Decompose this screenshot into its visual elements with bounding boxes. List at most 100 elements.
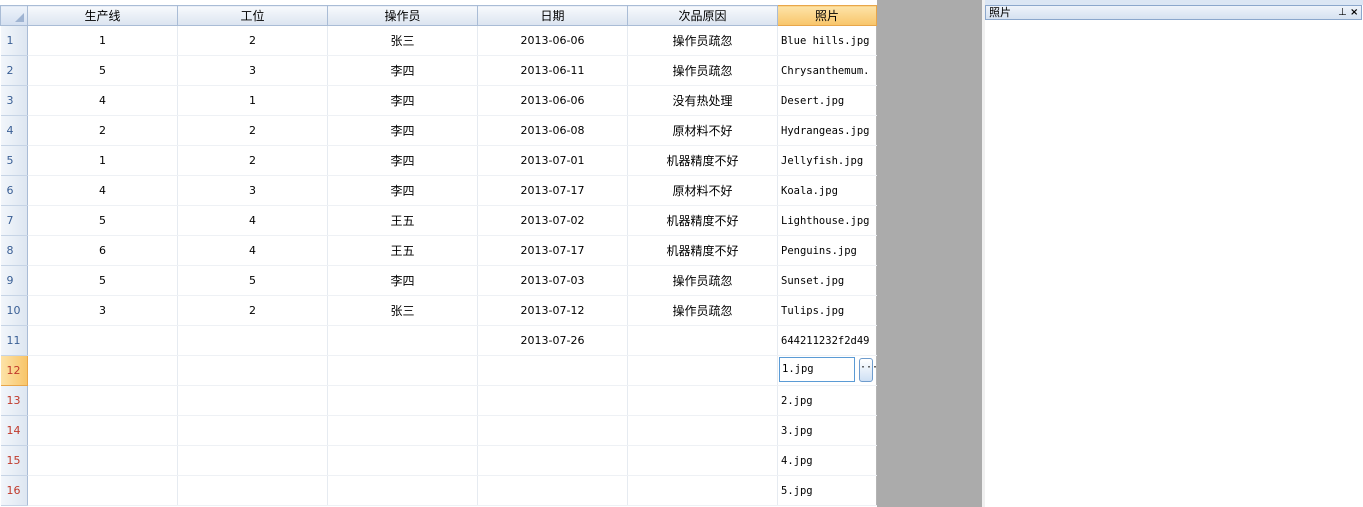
cell-date[interactable]: 2013-07-26 bbox=[477, 325, 628, 356]
cell-photo[interactable]: Tulips.jpg bbox=[777, 295, 877, 326]
photo-panel-header[interactable]: 照片 ⊥ × bbox=[985, 5, 1362, 20]
cell-reason[interactable] bbox=[627, 445, 778, 476]
cell-date[interactable]: 2013-07-12 bbox=[477, 295, 628, 326]
cell-line[interactable]: 5 bbox=[27, 205, 178, 236]
cell-line[interactable]: 2 bbox=[27, 115, 178, 146]
row-number[interactable]: 12 bbox=[0, 355, 28, 386]
column-header-line[interactable]: 生产线 bbox=[27, 5, 178, 26]
table-row[interactable]: 9 5 5 李四 2013-07-03 操作员疏忽 Sunset.jpg bbox=[0, 265, 877, 296]
cell-operator[interactable]: 王五 bbox=[327, 205, 478, 236]
table-row[interactable]: 6 4 3 李四 2013-07-17 原材料不好 Koala.jpg bbox=[0, 175, 877, 206]
cell-photo[interactable]: 644211232f2d49 bbox=[777, 325, 877, 356]
cell-operator[interactable] bbox=[327, 445, 478, 476]
cell-operator[interactable]: 李四 bbox=[327, 115, 478, 146]
row-number[interactable]: 3 bbox=[0, 85, 28, 116]
row-number[interactable]: 11 bbox=[0, 325, 28, 356]
cell-date[interactable]: 2013-06-08 bbox=[477, 115, 628, 146]
row-number[interactable]: 7 bbox=[0, 205, 28, 236]
table-row[interactable]: 16 5.jpg bbox=[0, 475, 877, 506]
table-row[interactable]: 1 1 2 张三 2013-06-06 操作员疏忽 Blue hills.jpg bbox=[0, 25, 877, 56]
cell-line[interactable]: 1 bbox=[27, 25, 178, 56]
row-number[interactable]: 6 bbox=[0, 175, 28, 206]
table-row[interactable]: 10 3 2 张三 2013-07-12 操作员疏忽 Tulips.jpg bbox=[0, 295, 877, 326]
cell-line[interactable] bbox=[27, 415, 178, 446]
cell-photo[interactable]: Sunset.jpg bbox=[777, 265, 877, 296]
browse-ellipsis-button[interactable]: ··· bbox=[859, 358, 876, 382]
cell-station[interactable]: 2 bbox=[177, 295, 328, 326]
row-number[interactable]: 1 bbox=[0, 25, 28, 56]
cell-operator[interactable]: 张三 bbox=[327, 295, 478, 326]
cell-photo[interactable]: Hydrangeas.jpg bbox=[777, 115, 877, 146]
column-header-operator[interactable]: 操作员 bbox=[327, 5, 478, 26]
cell-reason[interactable]: 操作员疏忽 bbox=[627, 295, 778, 326]
cell-date[interactable] bbox=[477, 475, 628, 506]
column-header-reason[interactable]: 次品原因 bbox=[627, 5, 778, 26]
cell-station[interactable] bbox=[177, 385, 328, 416]
cell-reason[interactable] bbox=[627, 385, 778, 416]
cell-operator[interactable]: 李四 bbox=[327, 55, 478, 86]
cell-reason[interactable]: 操作员疏忽 bbox=[627, 55, 778, 86]
cell-station[interactable] bbox=[177, 355, 328, 386]
cell-reason[interactable]: 原材料不好 bbox=[627, 115, 778, 146]
cell-date[interactable]: 2013-07-03 bbox=[477, 265, 628, 296]
row-number[interactable]: 5 bbox=[0, 145, 28, 176]
cell-station[interactable]: 4 bbox=[177, 205, 328, 236]
cell-photo[interactable]: 3.jpg bbox=[777, 415, 877, 446]
cell-date[interactable] bbox=[477, 445, 628, 476]
column-header-date[interactable]: 日期 bbox=[477, 5, 628, 26]
cell-station[interactable] bbox=[177, 475, 328, 506]
cell-photo[interactable]: 4.jpg bbox=[777, 445, 877, 476]
table-row[interactable]: 3 4 1 李四 2013-06-06 没有热处理 Desert.jpg bbox=[0, 85, 877, 116]
cell-operator[interactable] bbox=[327, 325, 478, 356]
row-number[interactable]: 13 bbox=[0, 385, 28, 416]
cell-photo[interactable]: 5.jpg bbox=[777, 475, 877, 506]
cell-reason[interactable] bbox=[627, 415, 778, 446]
table-row[interactable]: 2 5 3 李四 2013-06-11 操作员疏忽 Chrysanthemum. bbox=[0, 55, 877, 86]
cell-photo[interactable]: Lighthouse.jpg bbox=[777, 205, 877, 236]
cell-line[interactable]: 5 bbox=[27, 265, 178, 296]
row-number[interactable]: 16 bbox=[0, 475, 28, 506]
pin-icon[interactable]: ⊥ bbox=[1338, 6, 1347, 19]
cell-reason[interactable]: 机器精度不好 bbox=[627, 205, 778, 236]
column-header-photo[interactable]: 照片 bbox=[777, 5, 877, 26]
row-number[interactable]: 2 bbox=[0, 55, 28, 86]
cell-date[interactable]: 2013-07-17 bbox=[477, 175, 628, 206]
row-number[interactable]: 15 bbox=[0, 445, 28, 476]
table-row[interactable]: 4 2 2 李四 2013-06-08 原材料不好 Hydrangeas.jpg bbox=[0, 115, 877, 146]
table-row[interactable]: 12 1.jpg ··· bbox=[0, 355, 877, 386]
row-number[interactable]: 10 bbox=[0, 295, 28, 326]
cell-line[interactable]: 4 bbox=[27, 175, 178, 206]
cell-date[interactable]: 2013-06-06 bbox=[477, 25, 628, 56]
cell-station[interactable]: 1 bbox=[177, 85, 328, 116]
table-row[interactable]: 13 2.jpg bbox=[0, 385, 877, 416]
cell-operator[interactable]: 李四 bbox=[327, 265, 478, 296]
cell-reason[interactable]: 机器精度不好 bbox=[627, 235, 778, 266]
table-row[interactable]: 14 3.jpg bbox=[0, 415, 877, 446]
cell-station[interactable]: 2 bbox=[177, 145, 328, 176]
cell-reason[interactable] bbox=[627, 325, 778, 356]
row-number[interactable]: 14 bbox=[0, 415, 28, 446]
cell-station[interactable]: 3 bbox=[177, 175, 328, 206]
row-number[interactable]: 8 bbox=[0, 235, 28, 266]
cell-reason[interactable]: 操作员疏忽 bbox=[627, 25, 778, 56]
table-row[interactable]: 7 5 4 王五 2013-07-02 机器精度不好 Lighthouse.jpg bbox=[0, 205, 877, 236]
select-all-corner[interactable] bbox=[0, 5, 28, 26]
cell-operator[interactable]: 李四 bbox=[327, 85, 478, 116]
cell-station[interactable]: 5 bbox=[177, 265, 328, 296]
cell-line[interactable] bbox=[27, 355, 178, 386]
cell-operator[interactable]: 李四 bbox=[327, 145, 478, 176]
cell-operator[interactable]: 李四 bbox=[327, 175, 478, 206]
cell-operator[interactable]: 张三 bbox=[327, 25, 478, 56]
cell-reason[interactable]: 操作员疏忽 bbox=[627, 265, 778, 296]
row-number[interactable]: 4 bbox=[0, 115, 28, 146]
cell-photo[interactable]: Chrysanthemum. bbox=[777, 55, 877, 86]
cell-station[interactable]: 2 bbox=[177, 115, 328, 146]
cell-date[interactable]: 2013-07-17 bbox=[477, 235, 628, 266]
photo-cell-editor[interactable]: 1.jpg bbox=[779, 357, 855, 382]
cell-station[interactable] bbox=[177, 445, 328, 476]
table-row[interactable]: 8 6 4 王五 2013-07-17 机器精度不好 Penguins.jpg bbox=[0, 235, 877, 266]
cell-date[interactable] bbox=[477, 385, 628, 416]
cell-date[interactable] bbox=[477, 415, 628, 446]
row-number[interactable]: 9 bbox=[0, 265, 28, 296]
cell-photo[interactable]: Penguins.jpg bbox=[777, 235, 877, 266]
